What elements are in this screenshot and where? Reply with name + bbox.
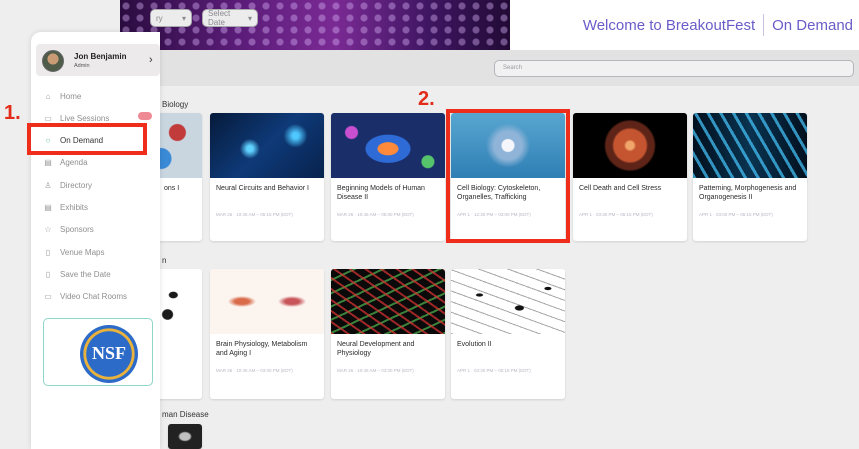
- session-card[interactable]: Evolution II APR 1 · 03:30 PM – 05:15 PM…: [451, 269, 565, 399]
- sponsor-logo-box[interactable]: NSF: [43, 318, 153, 386]
- search-placeholder: Search: [503, 65, 523, 71]
- session-card[interactable]: Cell Death and Cell Stress APR 1 · 03:30…: [573, 113, 687, 241]
- people-icon: ♙: [44, 180, 52, 190]
- session-title: Brain Physiology, Metabolism and Aging I: [216, 341, 308, 357]
- search-input[interactable]: Search: [494, 60, 854, 77]
- nsf-logo-text: NSF: [91, 343, 126, 363]
- session-title: Evolution II: [457, 341, 492, 348]
- annotation-step-1: 1.: [4, 102, 21, 124]
- session-card[interactable]: Neural Development and Physiology MAR 26…: [331, 269, 445, 399]
- session-thumbnail: [451, 269, 565, 334]
- session-time: MAR 26 · 10:45 AM – 05:15 PM (EDT): [216, 212, 293, 217]
- sidebar-item-venue-maps[interactable]: ▯ Venue Maps: [43, 245, 105, 259]
- sidebar-item-directory[interactable]: ♙ Directory: [43, 178, 92, 192]
- session-thumbnail: [210, 113, 324, 178]
- session-card[interactable]: Brain Physiology, Metabolism and Aging I…: [210, 269, 324, 399]
- session-title: Neural Circuits and Behavior I: [216, 185, 309, 192]
- user-role: Admin: [74, 63, 90, 69]
- chat-icon: ▭: [44, 291, 52, 301]
- video-icon: ▭: [44, 113, 52, 123]
- nsf-logo: NSF: [80, 325, 138, 383]
- select-date-dropdown[interactable]: Select Date ▾: [202, 9, 258, 27]
- session-thumbnail: [573, 113, 687, 178]
- session-thumbnail: [693, 113, 807, 178]
- session-thumbnail: [210, 269, 324, 334]
- welcome-title: Welcome to BreakoutFest: [582, 16, 756, 34]
- chevron-down-icon: ▾: [181, 13, 186, 23]
- session-card[interactable]: [168, 424, 202, 449]
- sidebar-item-agenda[interactable]: ▤ Agenda: [43, 155, 88, 169]
- title-separator: [763, 14, 765, 36]
- session-card[interactable]: Neural Circuits and Behavior I MAR 26 · …: [210, 113, 324, 241]
- category-dropdown-label: ry: [156, 13, 163, 23]
- sidebar-item-label: Exhibits: [60, 202, 89, 212]
- category-dropdown[interactable]: ry ▾: [150, 9, 192, 27]
- exhibits-icon: ▤: [44, 202, 52, 212]
- session-title: Beginning Models of Human Disease II: [337, 185, 425, 201]
- chevron-right-icon: ›: [149, 54, 153, 66]
- live-badge: [138, 112, 152, 120]
- home-icon: ⌂: [45, 91, 51, 101]
- annotation-step-2: 2.: [418, 88, 435, 110]
- section-label-neuro: n: [162, 256, 167, 265]
- session-thumbnail: [331, 113, 445, 178]
- page-title: On Demand: [772, 16, 853, 34]
- sidebar-item-home[interactable]: ⌂ Home: [43, 89, 82, 103]
- user-name: Jon Benjamin: [74, 52, 127, 61]
- sidebar-item-exhibits[interactable]: ▤ Exhibits: [43, 200, 88, 214]
- session-time: APR 1 · 03:30 PM – 05:15 PM (EDT): [457, 368, 531, 373]
- sidebar-item-label: Save the Date: [60, 269, 111, 279]
- sidebar-item-sponsors[interactable]: ☆ Sponsors: [43, 222, 94, 236]
- session-thumbnail: [168, 424, 202, 449]
- sidebar-item-label: Sponsors: [60, 224, 94, 234]
- sidebar-item-label: Home: [60, 91, 82, 101]
- session-time: APR 1 · 03:30 PM – 06:15 PM (EDT): [579, 212, 653, 217]
- session-card[interactable]: Patterning, Morphogenesis and Organogene…: [693, 113, 807, 241]
- document-icon: ▯: [45, 269, 51, 279]
- session-title: Patterning, Morphogenesis and Organogene…: [699, 185, 797, 201]
- section-label-biology: Biology: [162, 100, 189, 109]
- session-title: Neural Development and Physiology: [337, 341, 415, 357]
- sidebar-item-label: Agenda: [60, 157, 88, 167]
- chevron-down-icon: ▾: [247, 13, 252, 23]
- session-time: MAR 26 · 10:45 AM – 03:00 PM (EDT): [216, 368, 293, 373]
- session-card[interactable]: Beginning Models of Human Disease II MAR…: [331, 113, 445, 241]
- session-title: Cell Death and Cell Stress: [579, 185, 662, 192]
- select-date-label: Select Date: [208, 9, 231, 27]
- sidebar-item-save-the-date[interactable]: ▯ Save the Date: [43, 267, 111, 281]
- session-time: MAR 26 · 10:45 AM – 05:00 PM (EDT): [337, 212, 414, 217]
- sidebar-item-label: Venue Maps: [60, 247, 105, 257]
- session-thumbnail: [331, 269, 445, 334]
- star-icon: ☆: [44, 224, 52, 234]
- calendar-icon: ▤: [44, 157, 52, 167]
- document-icon: ▯: [45, 247, 51, 257]
- top-bar: Welcome to BreakoutFest On Demand: [510, 0, 859, 50]
- avatar: [42, 50, 64, 72]
- user-profile-menu[interactable]: Jon Benjamin Admin ›: [36, 44, 160, 76]
- session-time: MAR 26 · 10:45 AM – 03:00 PM (EDT): [337, 368, 414, 373]
- section-label-human-disease: man Disease: [162, 410, 209, 419]
- annotation-box-cell-biology: [446, 109, 570, 243]
- annotation-box-on-demand: [27, 123, 147, 155]
- session-time: APR 1 · 03:00 PM – 06:15 PM (EDT): [699, 212, 773, 217]
- sidebar-item-label: Live Sessions: [60, 113, 110, 123]
- sidebar-item-label: Directory: [60, 180, 93, 190]
- sidebar-item-video-chat-rooms[interactable]: ▭ Video Chat Rooms: [43, 289, 127, 303]
- sidebar-item-label: Video Chat Rooms: [60, 291, 127, 301]
